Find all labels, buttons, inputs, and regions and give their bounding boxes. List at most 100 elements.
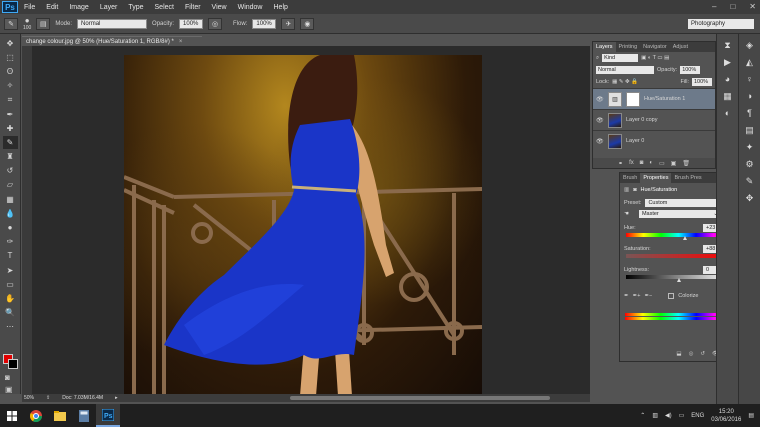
link-layers-icon[interactable]: ⚭ (618, 160, 623, 167)
network-icon[interactable]: ▥ (652, 412, 658, 419)
eyedropper-icon[interactable]: ✒ (624, 293, 629, 299)
channels-icon[interactable]: ◭ (743, 56, 757, 68)
hue-slider-knob[interactable] (682, 236, 687, 240)
menu-layer[interactable]: Layer (100, 4, 118, 11)
styles-icon[interactable]: ◐ (721, 107, 735, 119)
fill-field[interactable]: 100% (692, 78, 712, 86)
pressure-size-icon[interactable]: ◉ (300, 17, 315, 30)
document-tab[interactable]: change colour.jpg @ 50% (Hue/Saturation … (22, 36, 202, 46)
menu-help[interactable]: Help (274, 4, 288, 11)
battery-icon[interactable]: ▭ (679, 412, 685, 419)
opacity-field[interactable]: 100% (179, 18, 204, 29)
eye-icon[interactable]: 👁 (596, 138, 604, 145)
menu-select[interactable]: Select (155, 4, 174, 11)
workspace-select[interactable]: Photography (688, 19, 754, 29)
brush-size-picker[interactable]: ● 100 (23, 16, 31, 31)
menu-edit[interactable]: Edit (46, 4, 58, 11)
clone-source-icon[interactable]: ✥ (743, 192, 757, 204)
quick-select-tool-icon[interactable]: ✧ (3, 79, 18, 92)
new-adjustment-icon[interactable]: ◐ (649, 160, 653, 166)
new-layer-icon[interactable]: ▣ (671, 160, 677, 167)
tab-printing[interactable]: Printing (616, 42, 641, 52)
delete-layer-icon[interactable]: 🗑 (682, 160, 690, 167)
layer-opacity-field[interactable]: 100% (680, 66, 701, 74)
maximize-button[interactable]: □ (730, 2, 735, 11)
zoom-level[interactable]: 50% (24, 395, 34, 401)
blur-tool-icon[interactable]: 💧 (3, 207, 18, 220)
blend-mode-select[interactable]: Normal (596, 66, 654, 74)
paths-icon[interactable]: ♀ (743, 73, 757, 85)
zoom-tool-icon[interactable]: 🔍 (3, 306, 18, 319)
new-group-icon[interactable]: ▭ (659, 160, 665, 167)
swatches-icon[interactable]: ▦ (721, 90, 735, 102)
calculator-taskbar-item[interactable] (72, 404, 96, 427)
dodge-tool-icon[interactable]: ● (3, 221, 18, 234)
tab-brush-presets[interactable]: Brush Pres (671, 173, 704, 183)
document-close-icon[interactable]: × (179, 39, 183, 45)
properties-icon[interactable]: ⚙ (743, 158, 757, 170)
type-tool-icon[interactable]: T (3, 249, 18, 262)
actions-icon[interactable]: ▶ (721, 56, 735, 68)
lock-icons[interactable]: ▦ ✎ ✥ 🔒 (612, 79, 638, 85)
color-icon[interactable]: ◕ (721, 73, 735, 85)
eye-icon[interactable]: 👁 (596, 96, 604, 103)
menu-view[interactable]: View (212, 4, 227, 11)
brush-tool-icon[interactable]: ✎ (2, 135, 18, 149)
view-previous-icon[interactable]: ◎ (689, 351, 694, 357)
eyedropper-tool-icon[interactable]: ✒ (3, 108, 18, 121)
document-size[interactable]: Doc: 7.03M/16.4M (62, 395, 103, 401)
menu-type[interactable]: Type (128, 4, 143, 11)
pen-tool-icon[interactable]: ✑ (3, 235, 18, 248)
menu-file[interactable]: File (24, 4, 35, 11)
lasso-tool-icon[interactable]: ʘ (3, 65, 18, 78)
tab-navigator[interactable]: Navigator (640, 42, 670, 52)
layers-panel-icon[interactable]: ◈ (743, 39, 757, 51)
kind-filter-select[interactable]: Kind (602, 54, 639, 62)
menu-window[interactable]: Window (238, 4, 263, 11)
tab-layers[interactable]: Layers (593, 42, 616, 52)
chevron-up-icon[interactable]: ⌃ (640, 412, 645, 419)
chrome-taskbar-item[interactable] (24, 404, 48, 427)
adjustments-icon[interactable]: ◑ (743, 90, 757, 102)
status-arrow-icon[interactable]: ▸ (115, 395, 118, 401)
gradient-tool-icon[interactable]: ▦ (3, 193, 18, 206)
history-brush-tool-icon[interactable]: ↺ (3, 164, 18, 177)
tool-presets-icon[interactable]: ✦ (743, 141, 757, 153)
notifications-icon[interactable]: ▤ (748, 412, 754, 419)
history-icon[interactable]: ⧗ (721, 39, 735, 51)
brush-panel-toggle-icon[interactable]: ▤ (36, 17, 51, 30)
mask-icon[interactable]: ◙ (633, 187, 636, 193)
menu-filter[interactable]: Filter (185, 4, 201, 11)
minimize-button[interactable]: – (712, 2, 716, 11)
volume-icon[interactable]: ◀) (665, 412, 672, 419)
menu-image[interactable]: Image (69, 4, 88, 11)
more-tools-icon[interactable]: ⋯ (3, 320, 18, 333)
tab-adjust[interactable]: Adjust (670, 42, 691, 52)
path-select-tool-icon[interactable]: ➤ (3, 264, 18, 277)
tab-properties[interactable]: Properties (640, 173, 672, 183)
file-explorer-taskbar-item[interactable] (48, 404, 72, 427)
tab-brush[interactable]: Brush (620, 173, 640, 183)
close-window-button[interactable]: ✕ (749, 2, 756, 11)
flow-field[interactable]: 100% (252, 18, 277, 29)
clip-to-layer-icon[interactable]: ⬓ (676, 351, 681, 357)
preset-select[interactable]: Custom⌄ (645, 198, 724, 207)
horizontal-scrollbar[interactable] (290, 396, 550, 400)
eraser-tool-icon[interactable]: ▱ (3, 178, 18, 191)
layer-row-layer0-copy[interactable]: 👁 Layer 0 copy (593, 109, 715, 130)
airbrush-icon[interactable]: ✈ (281, 17, 296, 30)
character-icon[interactable]: ¶ (743, 107, 757, 119)
move-tool-icon[interactable]: ✥ (3, 37, 18, 50)
brush-icon[interactable]: ✎ (743, 175, 757, 187)
healing-brush-tool-icon[interactable]: ✚ (3, 122, 18, 135)
document-image[interactable] (124, 55, 482, 396)
add-mask-icon[interactable]: ◙ (640, 160, 644, 166)
eyedropper-plus-icon[interactable]: ✒+ (633, 293, 641, 299)
hand-tool-icon[interactable]: ✋ (3, 292, 18, 305)
lightness-slider-knob[interactable] (676, 278, 681, 282)
colorize-checkbox[interactable] (668, 293, 675, 299)
clone-stamp-tool-icon[interactable]: ♜ (3, 150, 18, 163)
start-button[interactable] (0, 404, 24, 427)
quick-mask-icon[interactable]: ◙ (5, 373, 10, 382)
language-indicator[interactable]: ENG (691, 413, 704, 419)
